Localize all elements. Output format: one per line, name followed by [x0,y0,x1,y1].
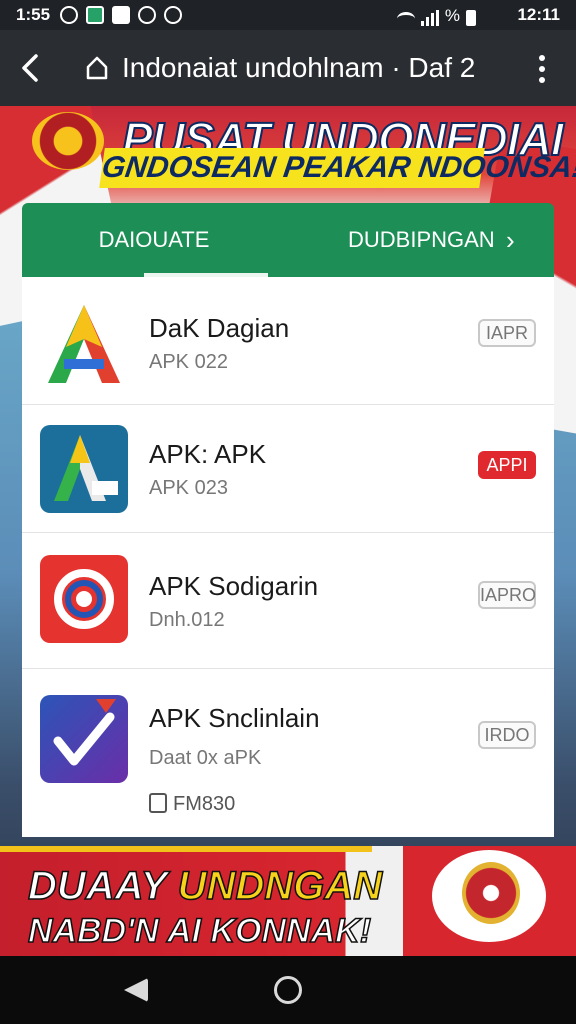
whatsapp-icon [60,6,78,24]
promo-strip [0,846,372,852]
storage-icon [149,793,167,813]
promo-word-2: UNDNGAN [177,863,383,909]
status-time: 1:55 [16,5,51,24]
app-notification-icon [86,6,104,24]
tab-label: DAIOUATE [98,227,210,252]
battery-text: % [444,6,460,25]
image-icon [112,6,130,24]
tab-download[interactable]: DAIOUATE [22,203,286,277]
menu-dot [539,65,545,72]
system-nav-bar [0,956,576,1024]
list-item[interactable]: APK Snclinlain Daat 0x aPK FM830 IRDO [22,669,554,837]
app-header: Indonaiat undohlnam · Daf 2 [0,30,576,106]
chevron-left-icon [22,54,38,82]
tab-category[interactable]: DUDBIPNGAN [348,203,495,277]
tab-label: DUDBIPNGAN [348,227,495,252]
app-name: APK: APK [149,439,267,469]
system-icons: % [396,6,476,26]
garuda-emblem-icon [32,112,104,170]
install-button[interactable]: IAPRO [478,581,536,609]
circle-swirl-icon [40,555,128,643]
battery-icon [466,10,476,26]
app-list: DaK Dagian APK 022 IAPR APK: APK APK 023… [22,277,554,837]
home-icon [86,56,108,80]
check-b-icon [40,695,128,783]
app-name: APK Snclinlain [149,703,320,733]
app-size: FM830 [173,793,236,815]
app-version: Dnh.012 [149,609,225,631]
install-button[interactable]: IAPR [478,319,536,347]
a-triangle-icon [40,299,128,387]
list-item[interactable]: DaK Dagian APK 022 IAPR [22,277,554,405]
promo-word-1: DUAAY [27,863,167,909]
list-item[interactable]: APK Sodigarin Dnh.012 IAPRO [22,533,554,669]
signal-icon [420,10,439,26]
garuda-emblem-icon [462,862,520,924]
overflow-menu-button[interactable] [530,52,554,86]
wifi-icon [396,12,415,26]
status-bar: 1:55 % 12:11 [0,0,576,30]
page-title: Indonaiat undohlnam · Daf 2 [122,52,476,83]
app-name: DaK Dagian [149,313,290,343]
menu-dot [539,77,545,84]
install-button[interactable]: APPI [478,451,536,479]
app-name: APK Sodigarin [149,571,319,601]
notification-icons [60,6,182,24]
app-version: APK 023 [149,477,228,499]
sync-icon [138,6,156,24]
list-item[interactable]: APK: APK APK 023 APPI [22,405,554,533]
tab-bar: DAIOUATE DUDBIPNGAN › [22,203,554,277]
banner-subtitle: GNDOSEAN PEAKAR NDOONSA! [99,148,576,188]
nav-back-icon[interactable] [124,978,148,1002]
app-version: Daat 0x aPK [149,747,262,769]
status-clock: 12:11 [517,5,560,24]
nav-home-icon[interactable] [274,976,302,1004]
back-button[interactable] [16,48,52,88]
install-button[interactable]: IRDO [478,721,536,749]
app-meta: FM830 [149,793,235,816]
app-version: APK 022 [149,351,228,373]
more-vertical-icon [539,54,545,61]
a-cart-icon [40,425,128,513]
promo-headline: DUAAY UNDNGAN [27,863,383,909]
promo-subline: NABD'N AI KONNAK! [27,911,372,951]
chevron-right-icon[interactable]: › [506,203,515,277]
messenger-icon [164,6,182,24]
promo-banner[interactable]: DUAAY UNDNGAN NABD'N AI KONNAK! [0,846,576,956]
